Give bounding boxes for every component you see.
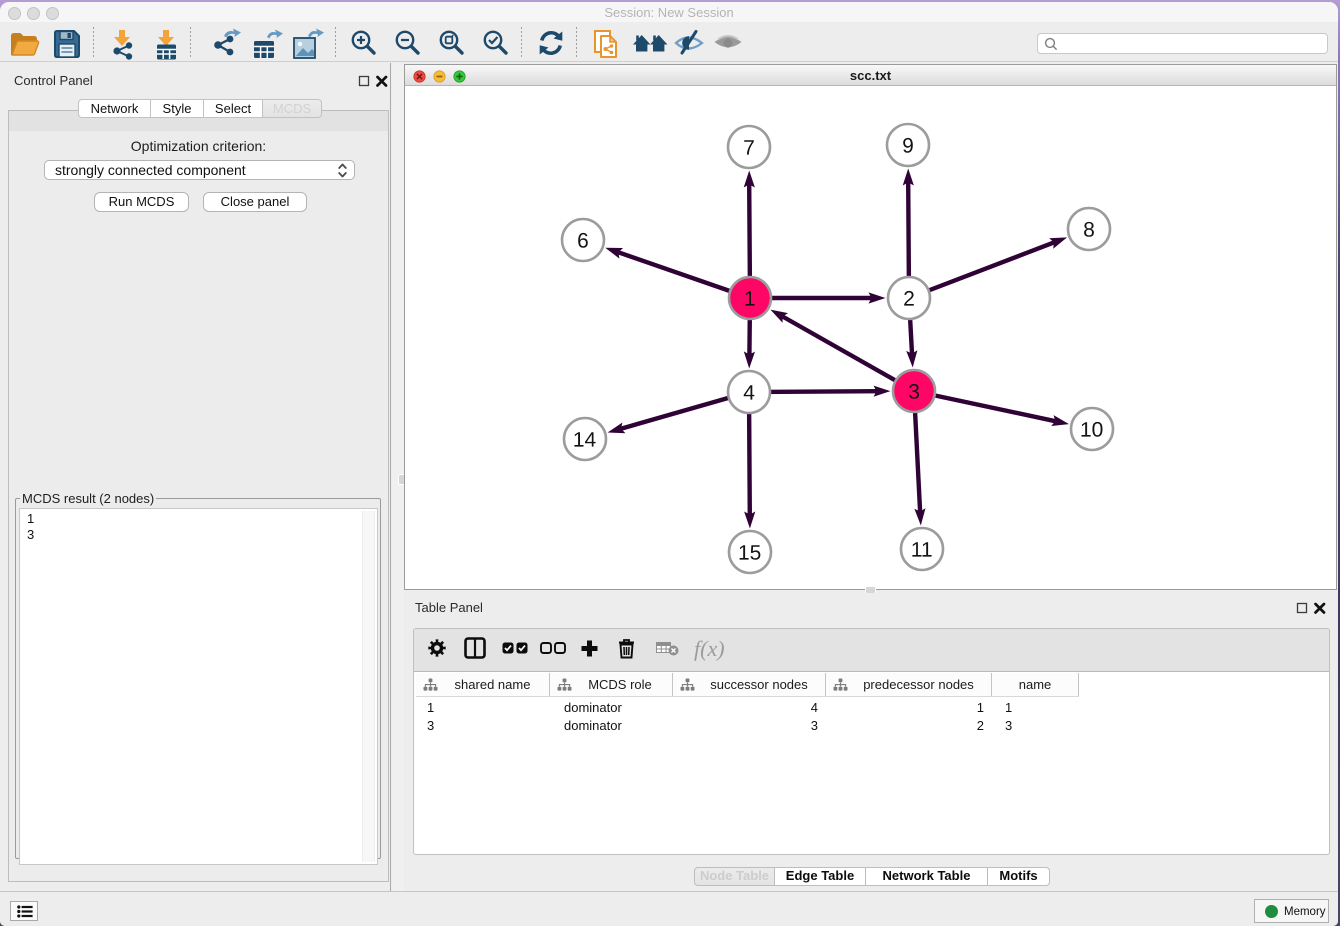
svg-text:f(x): f(x) xyxy=(694,636,725,661)
